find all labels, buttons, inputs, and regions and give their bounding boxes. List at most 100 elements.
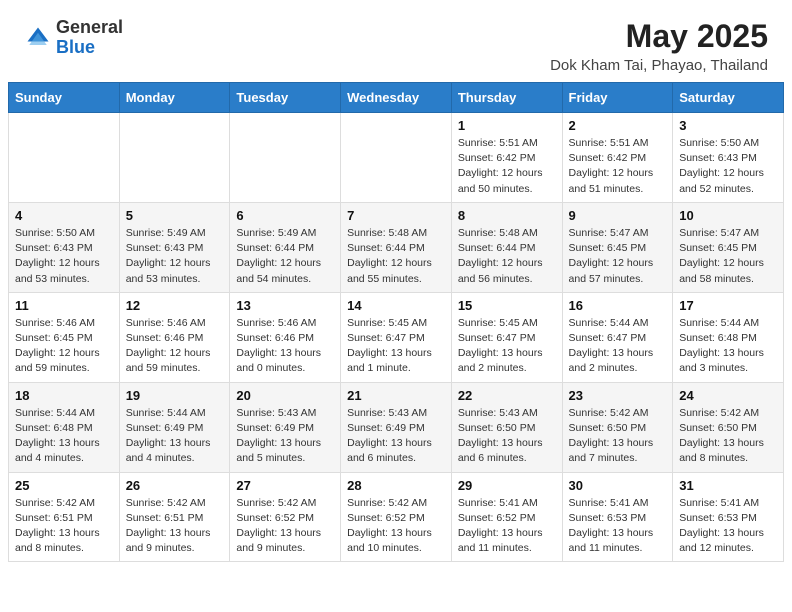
day-info: Sunrise: 5:42 AM Sunset: 6:50 PM Dayligh… bbox=[679, 406, 777, 467]
calendar-cell: 7 Sunrise: 5:48 AM Sunset: 6:44 PM Daylig… bbox=[341, 202, 452, 292]
day-info: Sunrise: 5:43 AM Sunset: 6:49 PM Dayligh… bbox=[347, 406, 445, 467]
day-number: 15 bbox=[458, 298, 556, 313]
day-info: Sunrise: 5:45 AM Sunset: 6:47 PM Dayligh… bbox=[347, 316, 445, 377]
logo-general-text: General bbox=[56, 17, 123, 37]
day-number: 30 bbox=[569, 478, 667, 493]
calendar-cell: 12 Sunrise: 5:46 AM Sunset: 6:46 PM Dayli… bbox=[119, 292, 230, 382]
calendar-cell bbox=[230, 113, 341, 203]
calendar-cell: 9 Sunrise: 5:47 AM Sunset: 6:45 PM Daylig… bbox=[562, 202, 673, 292]
calendar-cell: 14 Sunrise: 5:45 AM Sunset: 6:47 PM Dayli… bbox=[341, 292, 452, 382]
day-number: 17 bbox=[679, 298, 777, 313]
day-info: Sunrise: 5:49 AM Sunset: 6:43 PM Dayligh… bbox=[126, 226, 224, 287]
calendar-cell: 29 Sunrise: 5:41 AM Sunset: 6:52 PM Dayli… bbox=[451, 472, 562, 562]
calendar-cell: 13Sunrise: 5:46 AM Sunset: 6:46 PM Dayli… bbox=[230, 292, 341, 382]
day-number: 7 bbox=[347, 208, 445, 223]
day-info: Sunrise: 5:43 AM Sunset: 6:50 PM Dayligh… bbox=[458, 406, 556, 467]
day-info: Sunrise: 5:41 AM Sunset: 6:52 PM Dayligh… bbox=[458, 496, 556, 557]
day-info: Sunrise: 5:41 AM Sunset: 6:53 PM Dayligh… bbox=[569, 496, 667, 557]
calendar-cell: 23Sunrise: 5:42 AM Sunset: 6:50 PM Dayli… bbox=[562, 382, 673, 472]
calendar-cell: 11Sunrise: 5:46 AM Sunset: 6:45 PM Dayli… bbox=[9, 292, 120, 382]
day-number: 1 bbox=[458, 118, 556, 133]
day-number: 14 bbox=[347, 298, 445, 313]
calendar-cell: 5 Sunrise: 5:49 AM Sunset: 6:43 PM Daylig… bbox=[119, 202, 230, 292]
calendar-week-row: 1Sunrise: 5:51 AM Sunset: 6:42 PM Daylig… bbox=[9, 113, 784, 203]
day-info: Sunrise: 5:50 AM Sunset: 6:43 PM Dayligh… bbox=[679, 136, 777, 197]
header-row: SundayMondayTuesdayWednesdayThursdayFrid… bbox=[9, 83, 784, 113]
calendar-cell: 20Sunrise: 5:43 AM Sunset: 6:49 PM Dayli… bbox=[230, 382, 341, 472]
calendar-cell: 26Sunrise: 5:42 AM Sunset: 6:51 PM Dayli… bbox=[119, 472, 230, 562]
day-info: Sunrise: 5:42 AM Sunset: 6:51 PM Dayligh… bbox=[15, 496, 113, 557]
day-info: Sunrise: 5:46 AM Sunset: 6:46 PM Dayligh… bbox=[126, 316, 224, 377]
calendar-week-row: 25Sunrise: 5:42 AM Sunset: 6:51 PM Dayli… bbox=[9, 472, 784, 562]
day-number: 26 bbox=[126, 478, 224, 493]
day-number: 24 bbox=[679, 388, 777, 403]
calendar-cell: 4Sunrise: 5:50 AM Sunset: 6:43 PM Daylig… bbox=[9, 202, 120, 292]
calendar-week-row: 18 Sunrise: 5:44 AM Sunset: 6:48 PM Dayli… bbox=[9, 382, 784, 472]
day-number: 20 bbox=[236, 388, 334, 403]
location: Dok Kham Tai, Phayao, Thailand bbox=[550, 57, 768, 74]
day-info: Sunrise: 5:48 AM Sunset: 6:44 PM Dayligh… bbox=[347, 226, 445, 287]
day-number: 22 bbox=[458, 388, 556, 403]
calendar-week-row: 11Sunrise: 5:46 AM Sunset: 6:45 PM Dayli… bbox=[9, 292, 784, 382]
day-number: 29 bbox=[458, 478, 556, 493]
calendar-cell: 24 Sunrise: 5:42 AM Sunset: 6:50 PM Dayli… bbox=[673, 382, 784, 472]
day-info: Sunrise: 5:47 AM Sunset: 6:45 PM Dayligh… bbox=[679, 226, 777, 287]
day-number: 6 bbox=[236, 208, 334, 223]
calendar-cell: 19 Sunrise: 5:44 AM Sunset: 6:49 PM Dayli… bbox=[119, 382, 230, 472]
logo-blue-text: Blue bbox=[56, 37, 95, 57]
day-info: Sunrise: 5:49 AM Sunset: 6:44 PM Dayligh… bbox=[236, 226, 334, 287]
day-number: 12 bbox=[126, 298, 224, 313]
calendar-cell: 31Sunrise: 5:41 AM Sunset: 6:53 PM Dayli… bbox=[673, 472, 784, 562]
calendar-cell: 3 Sunrise: 5:50 AM Sunset: 6:43 PM Daylig… bbox=[673, 113, 784, 203]
day-of-week-header: Tuesday bbox=[230, 83, 341, 113]
day-number: 21 bbox=[347, 388, 445, 403]
calendar-cell: 16 Sunrise: 5:44 AM Sunset: 6:47 PM Dayli… bbox=[562, 292, 673, 382]
day-number: 2 bbox=[569, 118, 667, 133]
day-of-week-header: Friday bbox=[562, 83, 673, 113]
month-year: May 2025 bbox=[550, 18, 768, 55]
day-info: Sunrise: 5:44 AM Sunset: 6:48 PM Dayligh… bbox=[15, 406, 113, 467]
calendar-cell: 22 Sunrise: 5:43 AM Sunset: 6:50 PM Dayli… bbox=[451, 382, 562, 472]
day-of-week-header: Monday bbox=[119, 83, 230, 113]
calendar-table: SundayMondayTuesdayWednesdayThursdayFrid… bbox=[8, 82, 784, 562]
day-number: 19 bbox=[126, 388, 224, 403]
title-block: May 2025 Dok Kham Tai, Phayao, Thailand bbox=[550, 18, 768, 74]
calendar-cell: 21 Sunrise: 5:43 AM Sunset: 6:49 PM Dayli… bbox=[341, 382, 452, 472]
calendar-cell bbox=[119, 113, 230, 203]
day-number: 3 bbox=[679, 118, 777, 133]
calendar-cell: 2Sunrise: 5:51 AM Sunset: 6:42 PM Daylig… bbox=[562, 113, 673, 203]
day-info: Sunrise: 5:47 AM Sunset: 6:45 PM Dayligh… bbox=[569, 226, 667, 287]
logo-icon bbox=[24, 24, 52, 52]
day-info: Sunrise: 5:44 AM Sunset: 6:49 PM Dayligh… bbox=[126, 406, 224, 467]
calendar-cell: 8Sunrise: 5:48 AM Sunset: 6:44 PM Daylig… bbox=[451, 202, 562, 292]
day-info: Sunrise: 5:50 AM Sunset: 6:43 PM Dayligh… bbox=[15, 226, 113, 287]
day-of-week-header: Sunday bbox=[9, 83, 120, 113]
day-number: 16 bbox=[569, 298, 667, 313]
calendar-cell: 18 Sunrise: 5:44 AM Sunset: 6:48 PM Dayli… bbox=[9, 382, 120, 472]
day-number: 23 bbox=[569, 388, 667, 403]
calendar-body: 1Sunrise: 5:51 AM Sunset: 6:42 PM Daylig… bbox=[9, 113, 784, 562]
logo: General Blue bbox=[24, 18, 123, 58]
day-of-week-header: Wednesday bbox=[341, 83, 452, 113]
day-number: 5 bbox=[126, 208, 224, 223]
calendar-week-row: 4Sunrise: 5:50 AM Sunset: 6:43 PM Daylig… bbox=[9, 202, 784, 292]
calendar-cell: 6 Sunrise: 5:49 AM Sunset: 6:44 PM Daylig… bbox=[230, 202, 341, 292]
calendar-cell: 10Sunrise: 5:47 AM Sunset: 6:45 PM Dayli… bbox=[673, 202, 784, 292]
calendar-cell: 27 Sunrise: 5:42 AM Sunset: 6:52 PM Dayli… bbox=[230, 472, 341, 562]
day-info: Sunrise: 5:42 AM Sunset: 6:52 PM Dayligh… bbox=[347, 496, 445, 557]
calendar-cell: 1Sunrise: 5:51 AM Sunset: 6:42 PM Daylig… bbox=[451, 113, 562, 203]
day-number: 27 bbox=[236, 478, 334, 493]
day-number: 13 bbox=[236, 298, 334, 313]
day-info: Sunrise: 5:44 AM Sunset: 6:47 PM Dayligh… bbox=[569, 316, 667, 377]
day-info: Sunrise: 5:42 AM Sunset: 6:52 PM Dayligh… bbox=[236, 496, 334, 557]
calendar-cell: 30 Sunrise: 5:41 AM Sunset: 6:53 PM Dayli… bbox=[562, 472, 673, 562]
day-number: 11 bbox=[15, 298, 113, 313]
day-number: 9 bbox=[569, 208, 667, 223]
day-number: 31 bbox=[679, 478, 777, 493]
day-of-week-header: Saturday bbox=[673, 83, 784, 113]
calendar-cell bbox=[341, 113, 452, 203]
calendar-cell: 15 Sunrise: 5:45 AM Sunset: 6:47 PM Dayli… bbox=[451, 292, 562, 382]
day-info: Sunrise: 5:45 AM Sunset: 6:47 PM Dayligh… bbox=[458, 316, 556, 377]
day-number: 18 bbox=[15, 388, 113, 403]
calendar-cell: 28Sunrise: 5:42 AM Sunset: 6:52 PM Dayli… bbox=[341, 472, 452, 562]
